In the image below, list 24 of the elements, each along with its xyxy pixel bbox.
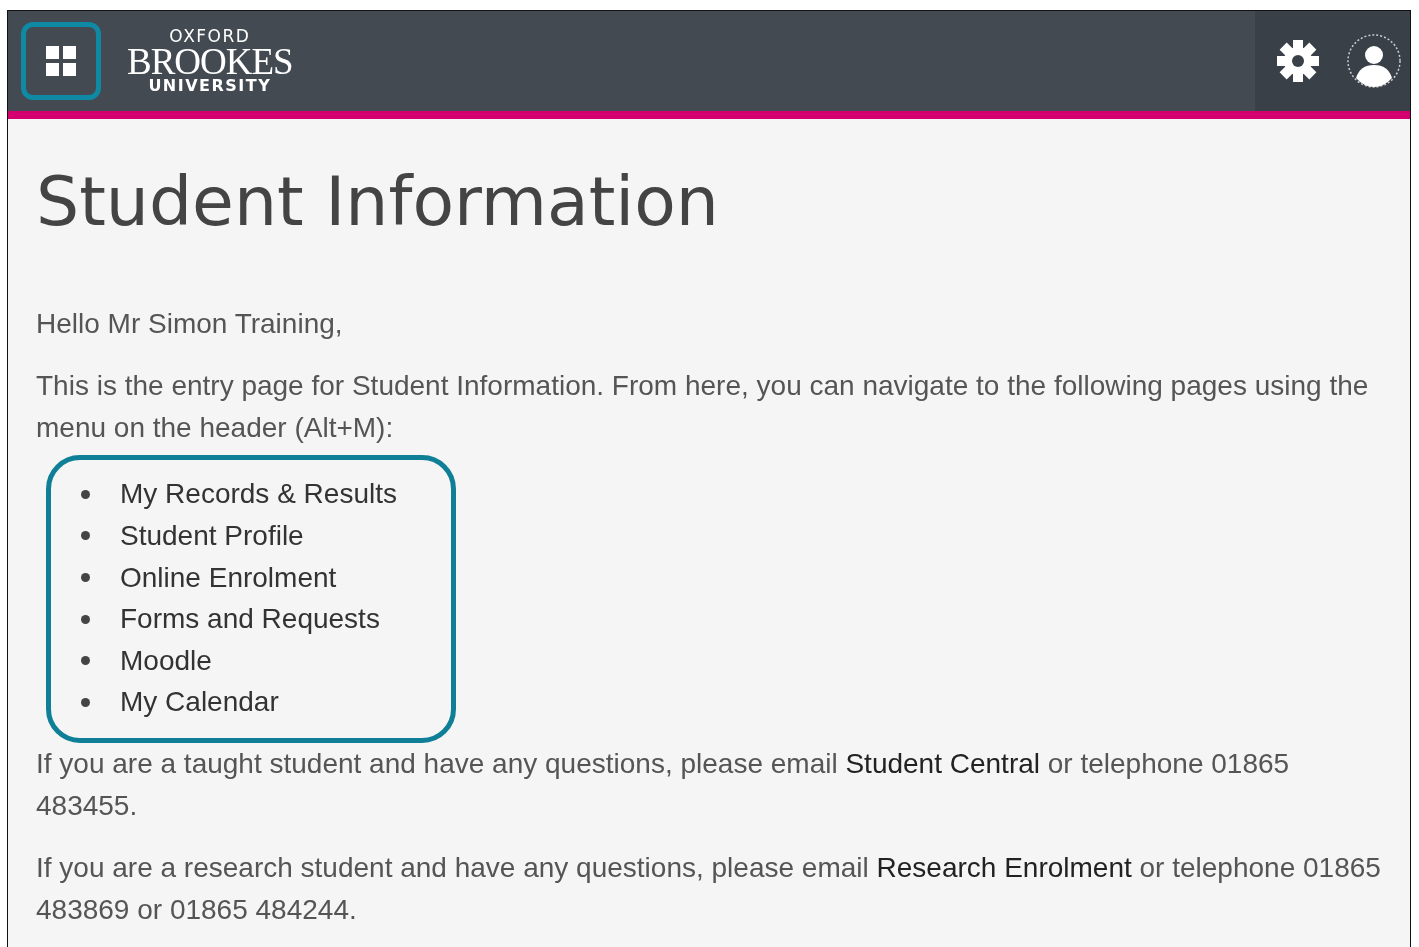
menu-link[interactable]: Online Enrolment	[120, 561, 337, 594]
bullet-icon	[81, 573, 90, 583]
settings-icon[interactable]	[1276, 39, 1320, 83]
bullet-icon	[81, 656, 90, 666]
intro-paragraph: This is the entry page for Student Information. From here, you can navigate to the following pages using the menu on the header (Alt+M):	[36, 368, 1370, 445]
bullet-icon	[81, 489, 90, 499]
apps-menu-button[interactable]	[21, 22, 101, 100]
greeting-text: Hello Mr Simon Training,	[36, 306, 343, 341]
contact-paragraph: If you are a research student and have any questions, please email Research Enrolment or telephone 01865 483869 or 01865 484244.	[36, 850, 1382, 927]
user-avatar-icon[interactable]	[1346, 33, 1402, 89]
page-title: Student Information	[36, 161, 719, 243]
menu-link[interactable]: My Records & Results	[120, 478, 397, 511]
menu-link[interactable]: Student Profile	[120, 520, 304, 552]
university-logo[interactable]: OXFORD BROOKES UNIVERSITY	[127, 27, 293, 95]
menu-link[interactable]: Forms and Requests	[120, 603, 380, 636]
menu-link[interactable]: Moodle	[120, 644, 212, 677]
grid-icon	[46, 46, 76, 76]
bullet-icon	[81, 531, 90, 541]
email-link[interactable]: Student Central	[845, 747, 1040, 779]
bullet-icon	[81, 614, 90, 624]
menu-link[interactable]: My Calendar	[120, 686, 279, 719]
email-link[interactable]: Research Enrolment	[876, 851, 1132, 883]
contact-paragraph: If you are a taught student and have any questions, please email Student Central or telephone 01865 483455.	[36, 746, 1291, 823]
bullet-icon	[81, 697, 90, 707]
